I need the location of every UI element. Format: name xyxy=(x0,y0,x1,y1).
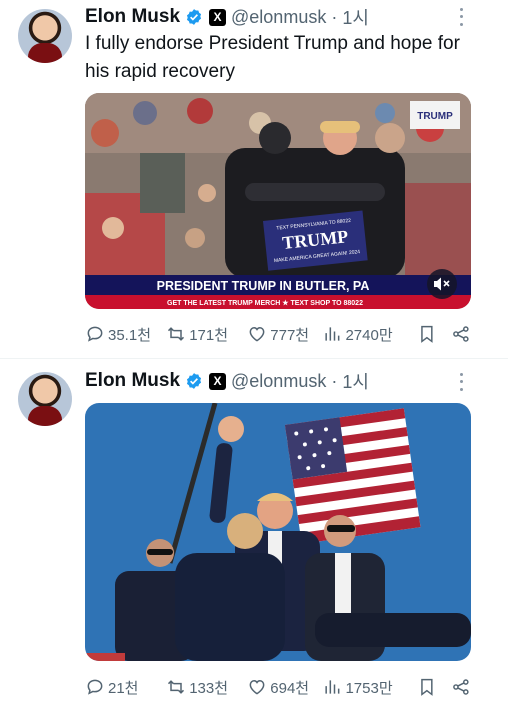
heart-icon xyxy=(249,326,265,342)
tweet-actions: 21천 133천 694천 1753만 xyxy=(85,675,471,699)
reply-button[interactable]: 21천 xyxy=(85,677,154,698)
tweet-photo[interactable]: TEXT PENNSYLVANIA TO 88022 TRUMP MAKE AM… xyxy=(85,93,471,309)
flag-photo xyxy=(85,403,471,661)
views-count: 2740만 xyxy=(345,326,393,344)
like-count: 777천 xyxy=(270,326,310,344)
bookmark-icon[interactable] xyxy=(417,677,437,697)
reply-count: 35.1천 xyxy=(108,326,151,344)
retweet-count: 171천 xyxy=(189,326,229,344)
x-affiliation-icon: X xyxy=(209,8,227,26)
banner-headline: PRESIDENT TRUMP IN BUTLER, PA xyxy=(157,279,370,293)
views-chart-icon xyxy=(325,327,340,341)
reply-icon xyxy=(87,679,103,695)
tweet-actions: 35.1천 171천 777천 2740만 xyxy=(85,322,471,346)
author-handle[interactable]: @elonmusk xyxy=(231,7,326,28)
verified-badge-icon xyxy=(186,373,202,389)
share-icon[interactable] xyxy=(451,324,471,344)
tweet-header: Elon Musk X @elonmusk · 1시 xyxy=(85,5,369,29)
separator-dot: · xyxy=(331,370,338,391)
x-affiliation-icon: X xyxy=(209,372,227,390)
rally-photo: TEXT PENNSYLVANIA TO 88022 TRUMP MAKE AM… xyxy=(85,93,471,309)
tweet-text: I fully endorse President Trump and hope… xyxy=(85,33,460,82)
author-handle[interactable]: @elonmusk xyxy=(231,371,326,392)
verified-badge-icon xyxy=(186,9,202,25)
views-count: 1753만 xyxy=(345,679,393,697)
share-icon[interactable] xyxy=(451,677,471,697)
avatar[interactable] xyxy=(18,372,72,426)
retweet-button[interactable]: 171천 xyxy=(166,324,247,345)
author-name[interactable]: Elon Musk xyxy=(85,370,180,392)
like-button[interactable]: 694천 xyxy=(247,677,316,698)
speaker-mute-icon[interactable] xyxy=(427,269,457,299)
retweet-button[interactable]: 133천 xyxy=(166,677,247,698)
retweet-icon xyxy=(168,680,185,694)
avatar[interactable] xyxy=(18,9,72,63)
bookmark-icon[interactable] xyxy=(417,324,437,344)
views-button[interactable]: 1753만 xyxy=(322,677,407,698)
like-count: 694천 xyxy=(270,679,310,697)
reply-icon xyxy=(87,326,103,342)
views-chart-icon xyxy=(325,680,340,694)
tweet-2[interactable]: Elon Musk X @elonmusk · 1시 21천 133천 694천… xyxy=(0,359,508,701)
author-name[interactable]: Elon Musk xyxy=(85,6,180,28)
heart-icon xyxy=(249,679,265,695)
tweet-header: Elon Musk X @elonmusk · 1시 xyxy=(85,369,369,393)
separator-dot: · xyxy=(331,6,338,27)
like-button[interactable]: 777천 xyxy=(247,324,316,345)
banner-ticker: GET THE LATEST TRUMP MERCH ★ TEXT SHOP T… xyxy=(167,299,363,307)
retweet-icon xyxy=(168,327,185,341)
reply-count: 21천 xyxy=(108,679,139,697)
more-options-icon[interactable] xyxy=(456,371,466,393)
retweet-count: 133천 xyxy=(189,679,229,697)
timestamp[interactable]: 1시 xyxy=(342,368,369,394)
tweet-1[interactable]: Elon Musk X @elonmusk · 1시 I fully endor… xyxy=(0,0,508,358)
more-options-icon[interactable] xyxy=(456,6,466,28)
tweet-photo[interactable] xyxy=(85,403,471,661)
trump-sign: TEXT PENNSYLVANIA TO 88022 TRUMP MAKE AM… xyxy=(263,210,368,271)
timestamp[interactable]: 1시 xyxy=(342,4,369,30)
corner-sign-text: TRUMP xyxy=(417,111,453,122)
reply-button[interactable]: 35.1천 xyxy=(85,324,154,345)
views-button[interactable]: 2740만 xyxy=(322,324,407,345)
